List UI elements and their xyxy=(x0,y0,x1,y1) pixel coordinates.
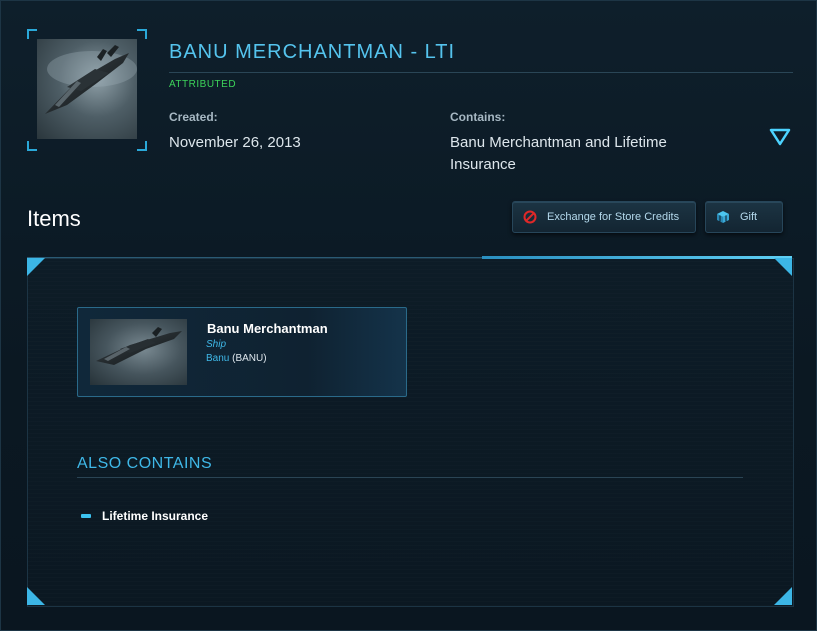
item-manufacturer: Banu (BANU) xyxy=(206,353,267,364)
item-name: Banu Merchantman xyxy=(207,321,328,336)
manufacturer-name: Banu xyxy=(206,353,230,364)
pledge-title: BANU MERCHANTMAN - LTI xyxy=(169,41,456,63)
pledge-thumbnail xyxy=(27,29,147,151)
item-ship-image xyxy=(90,319,187,385)
panel-corner-tl xyxy=(27,258,45,276)
manufacturer-code: (BANU) xyxy=(232,353,267,364)
status-badge: ATTRIBUTED xyxy=(169,79,237,90)
created-value: November 26, 2013 xyxy=(169,134,301,151)
panel-corner-bl xyxy=(27,587,45,605)
gift-button[interactable]: Gift xyxy=(705,201,783,233)
gift-box-icon xyxy=(716,210,730,224)
title-divider xyxy=(169,72,793,73)
gift-button-label: Gift xyxy=(740,211,758,223)
also-contains-divider xyxy=(77,477,743,478)
also-contains-item: Lifetime Insurance xyxy=(102,509,209,523)
panel-corner-tr xyxy=(774,258,792,276)
contains-label: Contains: xyxy=(450,110,506,124)
panel-highlight xyxy=(482,256,792,259)
no-entry-icon xyxy=(523,210,537,224)
bullet-icon xyxy=(81,514,91,518)
exchange-for-credits-button[interactable]: Exchange for Store Credits xyxy=(512,201,696,233)
created-label: Created: xyxy=(169,110,218,124)
expand-arrow-icon[interactable] xyxy=(769,127,791,147)
contains-value: Banu Merchantman and Lifetime Insurance xyxy=(450,134,667,173)
item-card[interactable]: Banu Merchantman Ship Banu (BANU) xyxy=(77,307,407,397)
exchange-button-label: Exchange for Store Credits xyxy=(547,211,680,223)
panel-corner-br xyxy=(774,587,792,605)
ship-image xyxy=(37,39,137,139)
item-type: Ship xyxy=(206,339,227,350)
also-contains-heading: ALSO CONTAINS xyxy=(77,455,213,472)
items-heading: Items xyxy=(27,206,81,231)
